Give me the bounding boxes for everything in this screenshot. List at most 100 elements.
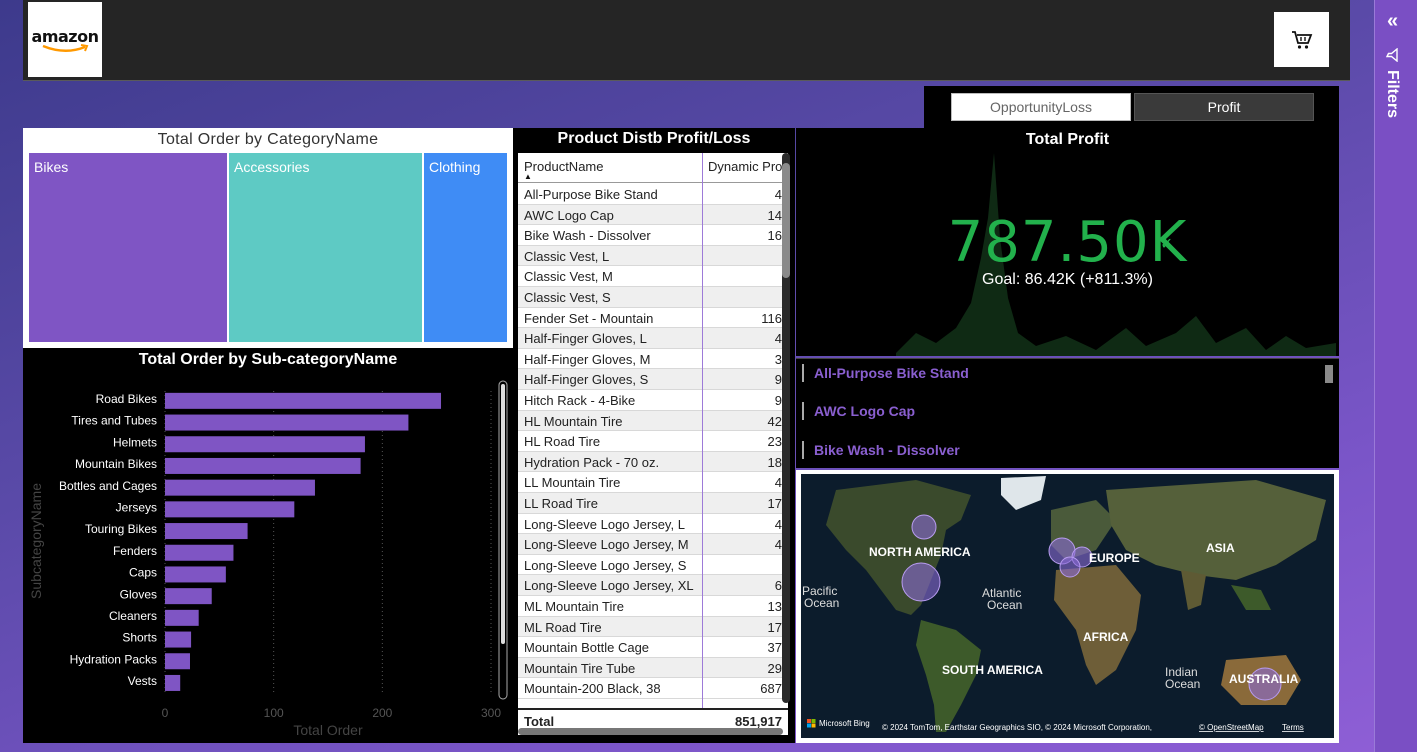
- cell-productname: Mountain Tire Tube: [524, 660, 636, 676]
- cell-productname: ML Mountain Tire: [524, 599, 624, 614]
- bing-logo-icon-part: [811, 723, 816, 728]
- filters-toggle[interactable]: Filters: [1383, 48, 1401, 118]
- bing-logo-icon-part: [807, 723, 811, 728]
- treemap-title: Total Order by CategoryName: [157, 131, 379, 148]
- cell-productname: All-Purpose Bike Stand: [524, 187, 658, 202]
- y-axis-label: SubcategoryName: [28, 483, 44, 599]
- table-row[interactable]: Half-Finger Gloves, M 3: [518, 349, 782, 370]
- product-slicer: All-Purpose Bike Stand AWC Logo Cap Bike…: [796, 358, 1339, 468]
- bar[interactable]: [165, 501, 295, 518]
- table-row[interactable]: Half-Finger Gloves, S 9: [518, 369, 782, 390]
- table-row[interactable]: LL Road Tire 17: [518, 493, 782, 514]
- bar[interactable]: [165, 436, 365, 453]
- cell-dynamic-profit: 9: [774, 393, 782, 408]
- table-row[interactable]: ML Road Tire 17: [518, 616, 782, 638]
- bar[interactable]: [165, 392, 442, 409]
- map-bubble[interactable]: [911, 514, 937, 540]
- cell-dynamic-profit: 116: [761, 310, 782, 326]
- table-row[interactable]: Hydration Pack - 70 oz. 18: [518, 451, 782, 473]
- bar[interactable]: [165, 588, 212, 605]
- bar[interactable]: [165, 523, 248, 540]
- table-row[interactable]: Mountain-200 Black, 38 687: [518, 678, 782, 699]
- cell-dynamic-profit: 13: [767, 599, 782, 614]
- treemap-tile-bikes[interactable]: Bikes: [29, 153, 227, 342]
- map-label-atlantic-ocean: Ocean: [987, 598, 1022, 612]
- table-row[interactable]: Mountain Tire Tube 29: [518, 657, 782, 679]
- table-row[interactable]: Hitch Rack - 4-Bike 9: [518, 390, 782, 411]
- cell-dynamic-profit: 6: [774, 578, 782, 594]
- column-header-productname[interactable]: ProductName: [524, 159, 603, 174]
- map-label-north-america: NORTH AMERICA: [869, 545, 971, 559]
- terms-link[interactable]: Terms: [1282, 723, 1304, 732]
- table-row[interactable]: Fender Set - Mountain 116: [518, 308, 782, 329]
- bar[interactable]: [165, 631, 192, 648]
- map-label-pacific-ocean: Ocean: [804, 596, 839, 610]
- table-row[interactable]: Long-Sleeve Logo Jersey, M 4: [518, 534, 782, 555]
- cell-productname: Long-Sleeve Logo Jersey, S: [524, 557, 687, 573]
- bar[interactable]: [165, 653, 190, 670]
- table-row[interactable]: HL Mountain Tire 42: [518, 410, 782, 432]
- table-horizontal-scrollbar[interactable]: [518, 728, 783, 735]
- cell-productname: HL Road Tire: [524, 434, 601, 450]
- table-row[interactable]: Long-Sleeve Logo Jersey, XL 6: [518, 575, 782, 596]
- checkmark-icon: ✓: [1160, 236, 1174, 253]
- world-map-svg[interactable]: NORTH AMERICA EUROPE ASIA AFRICA SOUTH A…: [796, 470, 1339, 743]
- opportunity-loss-button[interactable]: OpportunityLoss: [951, 93, 1131, 121]
- filters-label: Filters: [1384, 70, 1401, 119]
- bar[interactable]: [165, 457, 361, 474]
- map-label-south-america: SOUTH AMERICA: [942, 663, 1043, 677]
- map-bubble[interactable]: [1059, 556, 1081, 578]
- report-header: amazon: [23, 0, 1350, 81]
- bar[interactable]: [165, 566, 226, 583]
- slicer-item[interactable]: AWC Logo Cap: [802, 402, 915, 420]
- tile-label: Clothing: [429, 159, 481, 175]
- table-row[interactable]: Half-Finger Gloves, L 4: [518, 328, 782, 349]
- profit-button[interactable]: Profit: [1134, 93, 1314, 121]
- map-label-europe: EUROPE: [1089, 551, 1140, 565]
- bar[interactable]: [165, 479, 315, 496]
- slicer-item[interactable]: All-Purpose Bike Stand: [802, 364, 969, 382]
- logo-smile-icon: [42, 43, 89, 52]
- profit-map: NORTH AMERICA EUROPE ASIA AFRICA SOUTH A…: [796, 470, 1339, 743]
- table-row[interactable]: HL Road Tire 23: [518, 431, 782, 452]
- cart-button[interactable]: [1274, 12, 1329, 67]
- table-row[interactable]: Classic Vest, S: [518, 287, 782, 308]
- cell-productname: Classic Vest, L: [524, 248, 610, 264]
- product-table-visual: Product Distb Profit/Loss ProductName ▲ …: [513, 128, 795, 743]
- table-scroll-thumb[interactable]: [782, 163, 790, 278]
- table-row[interactable]: AWC Logo Cap 14: [518, 204, 782, 226]
- double-chevron-left-icon[interactable]: «: [1387, 10, 1398, 33]
- table-row[interactable]: All-Purpose Bike Stand 4: [518, 184, 782, 205]
- table-row[interactable]: Bike Wash - Dissolver 16: [518, 225, 782, 246]
- table-row[interactable]: Long-Sleeve Logo Jersey, L 4: [518, 514, 782, 535]
- table-row[interactable]: Long-Sleeve Logo Jersey, S: [518, 555, 782, 576]
- bar[interactable]: [165, 609, 199, 626]
- x-axis-label: Total Order: [293, 722, 363, 738]
- cell-dynamic-profit: 687: [760, 681, 782, 697]
- table-header: ProductName ▲ Dynamic Pro: [518, 153, 788, 183]
- table-row[interactable]: Classic Vest, L: [518, 245, 782, 267]
- y-category-label: Bottles and Cages: [59, 479, 157, 493]
- table-row[interactable]: Mountain Bottle Cage 37: [518, 637, 782, 658]
- bar[interactable]: [165, 414, 409, 431]
- table-row[interactable]: LL Mountain Tire 4: [518, 472, 782, 493]
- filters-pane[interactable]: « Filters: [1374, 0, 1417, 752]
- slicer-item[interactable]: Bike Wash - Dissolver: [802, 441, 960, 459]
- openstreetmap-link[interactable]: © OpenStreetMap: [1199, 723, 1264, 732]
- table-row[interactable]: ML Mountain Tire 13: [518, 596, 782, 617]
- map-bubble[interactable]: [901, 562, 941, 602]
- table-row[interactable]: Classic Vest, M: [518, 266, 782, 287]
- chart-scroll-thumb[interactable]: [501, 384, 505, 644]
- cell-productname: Bike Wash - Dissolver: [524, 228, 651, 244]
- slicer-scroll-thumb[interactable]: [1325, 365, 1333, 383]
- treemap-tile-clothing[interactable]: Clothing: [424, 153, 507, 342]
- y-category-label: Gloves: [120, 587, 157, 601]
- column-header-dynamic-profit[interactable]: Dynamic Pro: [708, 159, 782, 174]
- y-category-label: Caps: [129, 566, 157, 580]
- bar[interactable]: [165, 544, 234, 561]
- treemap-tile-accessories[interactable]: Accessories: [229, 153, 422, 342]
- bar[interactable]: [165, 674, 181, 691]
- cell-productname: Mountain Bottle Cage: [524, 640, 650, 656]
- cell-productname: Hitch Rack - 4-Bike: [524, 393, 636, 408]
- sort-ascending-icon: ▲: [524, 172, 532, 181]
